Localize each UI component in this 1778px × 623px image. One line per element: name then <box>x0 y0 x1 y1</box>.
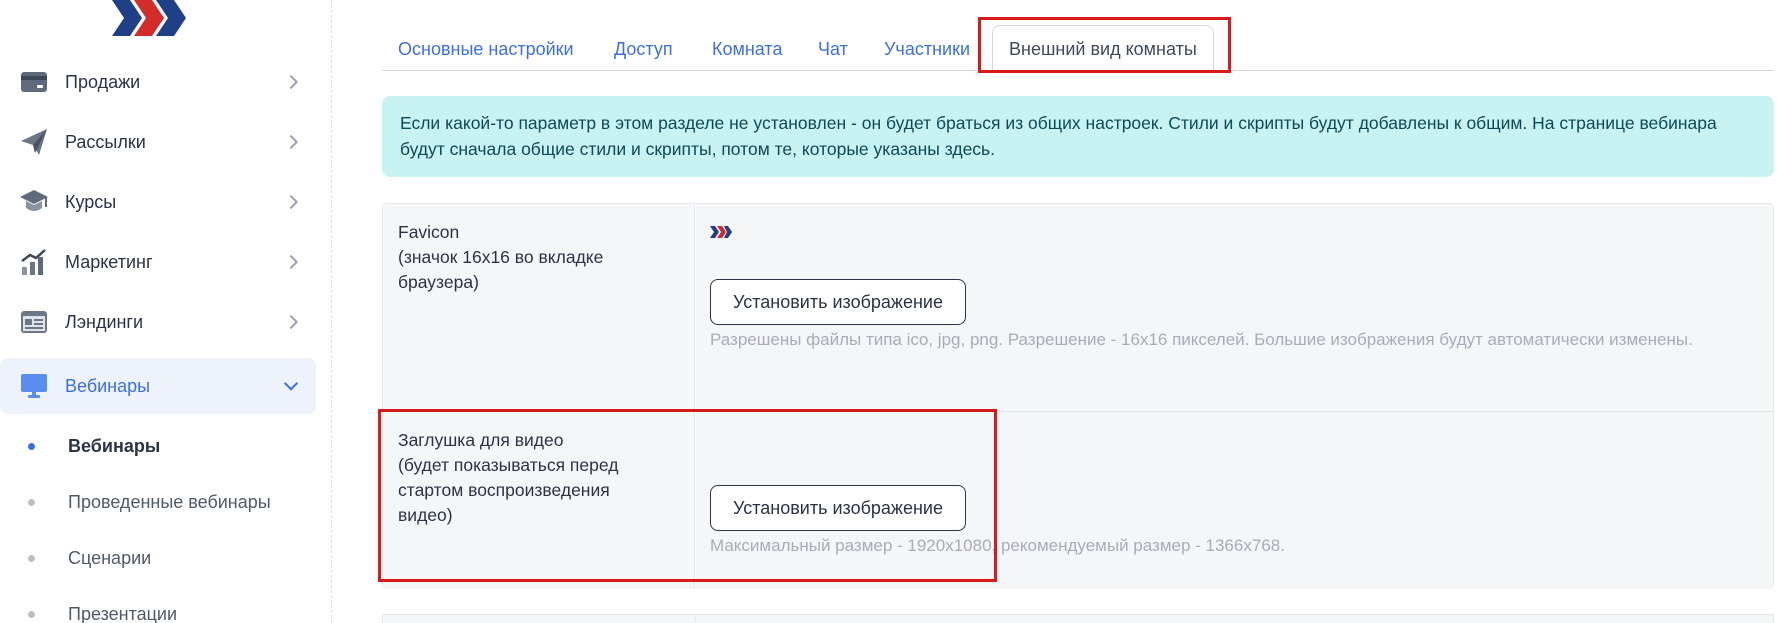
chevron-down-icon <box>283 376 299 391</box>
setting-label: Заглушка для видео (будет показываться п… <box>383 412 695 589</box>
tab-participants[interactable]: Участники <box>884 26 970 72</box>
setting-title: Заглушка для видео <box>398 430 564 450</box>
setting-value: Установить изображение Разрешены файлы т… <box>696 204 1773 411</box>
tab-room-appearance[interactable]: Внешний вид комнаты <box>992 25 1214 71</box>
bullet-dot <box>28 442 35 450</box>
sidebar-subitem-label: Презентации <box>68 603 178 623</box>
sidebar-subitem-label: Сценарии <box>68 547 152 568</box>
monitor-icon <box>20 372 48 400</box>
paper-plane-icon <box>20 128 48 156</box>
chevron-right-icon <box>283 74 299 90</box>
sidebar-subitem-webinars[interactable]: Вебинары <box>0 426 316 466</box>
sidebar-subitem-presentations[interactable]: Презентации <box>0 594 316 623</box>
bullet-dot <box>28 498 35 506</box>
tab-access[interactable]: Доступ <box>614 26 673 72</box>
sidebar-subitem-past-webinars[interactable]: Проведенные вебинары <box>0 482 316 522</box>
bullet-dot <box>28 554 35 562</box>
sidebar-item-courses[interactable]: Курсы <box>0 174 316 230</box>
sidebar-item-label: Курсы <box>65 191 117 212</box>
info-alert: Если какой-то параметр в этом разделе не… <box>382 96 1774 177</box>
set-video-placeholder-button[interactable]: Установить изображение <box>710 485 966 531</box>
sidebar-item-webinars[interactable]: Вебинары <box>0 358 316 414</box>
sidebar-item-label: Продажи <box>65 71 141 92</box>
sidebar-item-landings[interactable]: Лэндинги <box>0 294 316 350</box>
setting-description: (значок 16x16 во вкладке браузера) <box>398 247 604 292</box>
setting-row-video-placeholder: Заглушка для видео (будет показываться п… <box>383 412 1773 589</box>
logo[interactable] <box>112 0 192 36</box>
setting-description: (будет показываться перед стартом воспро… <box>398 455 619 525</box>
tab-main-settings[interactable]: Основные настройки <box>398 26 574 72</box>
setting-row-favicon: Favicon (значок 16x16 во вкладке браузер… <box>383 204 1773 411</box>
video-placeholder-hint: Максимальный размер - 1920x1080, рекомен… <box>710 536 1285 555</box>
favicon-preview-icon <box>710 226 732 238</box>
chevron-right-icon <box>283 254 299 270</box>
chevron-right-icon <box>283 134 299 150</box>
favicon-hint: Разрешены файлы типа ico, jpg, png. Разр… <box>710 330 1693 349</box>
tab-bar: Основные настройки Доступ Комната Чат Уч… <box>382 18 1774 71</box>
sidebar-subitem-label: Проведенные вебинары <box>68 491 271 512</box>
chevron-right-icon <box>283 314 299 330</box>
tab-room[interactable]: Комната <box>712 26 782 72</box>
sidebar-subitem-label: Вебинары <box>68 435 161 456</box>
sidebar-item-marketing[interactable]: Маркетинг <box>0 234 316 290</box>
sidebar-subitem-scenarios[interactable]: Сценарии <box>0 538 316 578</box>
sidebar-item-label: Лэндинги <box>65 311 144 332</box>
tab-chat[interactable]: Чат <box>818 26 848 72</box>
set-favicon-button[interactable]: Установить изображение <box>710 279 966 325</box>
setting-title: Favicon <box>398 222 460 242</box>
sidebar: Продажи Рассылки Курсы Маркетинг Лэндинг… <box>0 0 332 623</box>
setting-value: Установить изображение Максимальный разм… <box>696 412 1773 589</box>
settings-table: Favicon (значок 16x16 во вкладке браузер… <box>382 203 1774 589</box>
wallet-icon <box>20 68 48 96</box>
growth-chart-icon <box>20 248 48 276</box>
bullet-dot <box>28 610 35 618</box>
sidebar-item-mailings[interactable]: Рассылки <box>0 114 316 170</box>
setting-label: Favicon (значок 16x16 во вкладке браузер… <box>383 204 695 411</box>
chevron-right-icon <box>283 194 299 210</box>
setting-row-next <box>382 614 1774 623</box>
sidebar-item-label: Маркетинг <box>65 251 153 272</box>
landing-page-icon <box>20 308 48 336</box>
graduation-cap-icon <box>20 188 48 216</box>
sidebar-item-label: Вебинары <box>65 375 151 396</box>
sidebar-item-label: Рассылки <box>65 131 146 152</box>
sidebar-item-sales[interactable]: Продажи <box>0 54 316 110</box>
cell-separator <box>695 615 696 623</box>
